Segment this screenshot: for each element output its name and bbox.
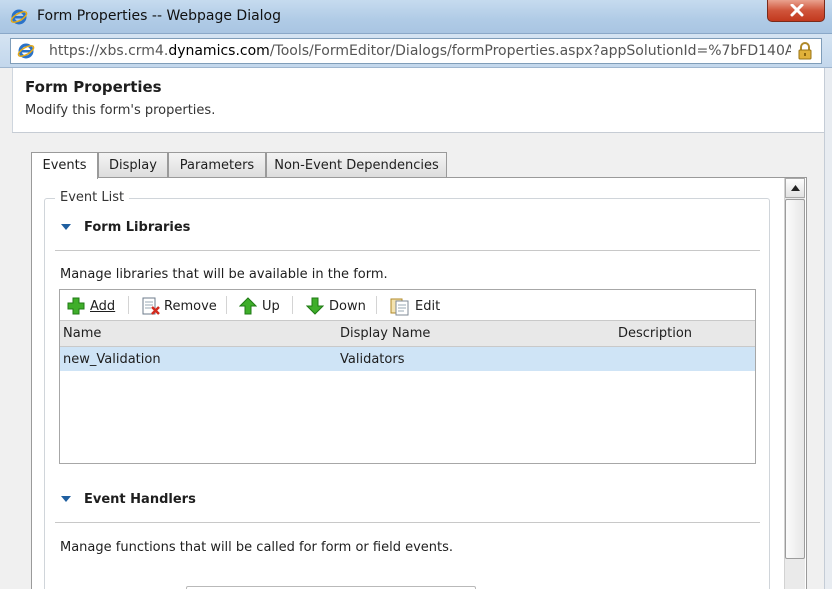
scroll-up-button[interactable] [785,178,805,198]
url-prefix: https://xbs.crm4. [49,43,169,59]
down-label: Down [329,299,366,314]
add-button[interactable]: Add [67,296,117,316]
form-libraries-divider [55,250,760,251]
remove-button[interactable]: Remove [141,296,217,316]
window-title: Form Properties -- Webpage Dialog [37,8,282,24]
edit-label: Edit [415,299,441,314]
vertical-scrollbar[interactable] [784,178,805,589]
scroll-thumb[interactable] [785,199,805,559]
event-handlers-description: Manage functions that will be called for… [60,540,454,555]
column-header-description[interactable]: Description [618,326,692,341]
event-list-legend: Event List [55,190,130,205]
form-libraries-grid: Add Remove Up Down Edit Name Display Nam… [59,289,756,464]
move-down-button[interactable]: Down [306,296,370,316]
column-header-display-name[interactable]: Display Name [340,326,430,341]
ie-icon [10,9,28,25]
add-label: Add [90,299,116,314]
dialog-title: Form Properties [25,78,162,96]
toolbar-separator [128,296,129,314]
triangle-down-icon[interactable] [61,224,71,232]
tab-display[interactable]: Display [98,152,168,178]
libraries-toolbar: Add Remove Up Down Edit [60,290,755,321]
url-domain: dynamics.com [168,43,270,59]
green-down-arrow-icon [306,297,324,315]
grid-header: Name Display Name Description [60,321,755,347]
toolbar-separator [226,296,227,314]
tab-parameters[interactable]: Parameters [168,152,266,178]
url-text: https://xbs.crm4.dynamics.com/Tools/Form… [49,43,791,59]
url-path: /Tools/FormEditor/Dialogs/formProperties… [269,43,791,59]
close-icon [790,4,804,17]
edit-documents-icon [390,298,409,316]
cell-display-name: Validators [340,352,405,367]
url-field[interactable]: https://xbs.crm4.dynamics.com/Tools/Form… [10,38,822,64]
form-libraries-description: Manage libraries that will be available … [60,267,388,282]
tab-events[interactable]: Events [31,152,98,179]
toolbar-separator [376,296,377,314]
lock-icon[interactable] [797,42,813,60]
triangle-down-icon[interactable] [61,496,71,504]
form-libraries-title[interactable]: Form Libraries [84,220,190,235]
tab-non-event-dependencies[interactable]: Non-Event Dependencies [266,152,447,178]
move-up-button[interactable]: Up [239,296,285,316]
event-handlers-divider [55,522,760,523]
event-handlers-title[interactable]: Event Handlers [84,492,196,507]
arrow-up-icon [791,185,800,191]
table-row[interactable]: new_Validation Validators [60,347,755,371]
remove-document-icon [142,297,160,315]
window-edge [824,68,832,589]
green-plus-icon [67,297,85,315]
dialog-subtitle: Modify this form's properties. [25,103,216,118]
remove-label: Remove [164,299,217,314]
address-bar: https://xbs.crm4.dynamics.com/Tools/Form… [0,34,832,68]
green-up-arrow-icon [239,297,257,315]
dialog-header: Form Properties Modify this form's prope… [12,68,824,132]
up-label: Up [262,299,280,314]
toolbar-separator [292,296,293,314]
cell-name: new_Validation [63,352,161,367]
column-header-name[interactable]: Name [63,326,101,341]
close-button[interactable] [767,0,825,22]
window-titlebar[interactable]: Form Properties -- Webpage Dialog [0,0,832,34]
ie-icon [17,43,35,59]
edit-button[interactable]: Edit [390,296,442,316]
